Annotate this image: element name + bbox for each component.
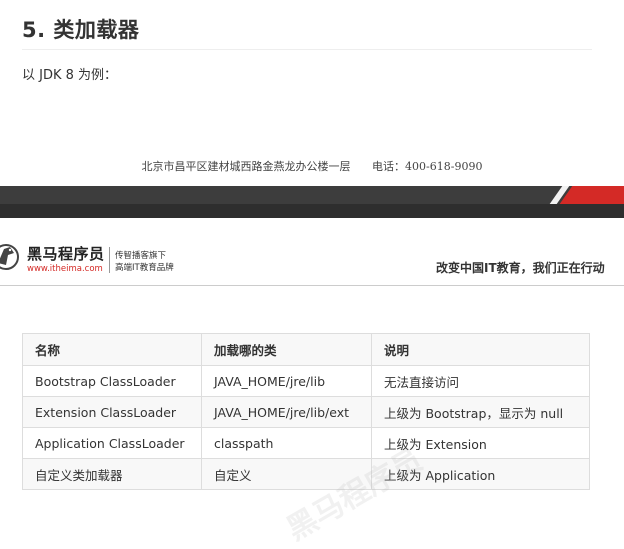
table-cell: JAVA_HOME/jre/lib/ext <box>201 396 372 428</box>
table-cell: 自定义 <box>201 458 372 490</box>
intro-text: 以 JDK 8 为例： <box>22 68 118 83</box>
footer-phone: 电话：400-618-9090 <box>372 160 483 173</box>
table-cell: 无法直接访问 <box>371 365 590 397</box>
table-row: 自定义类加载器 自定义 上级为 Application <box>22 458 590 490</box>
table-cell: 上级为 Bootstrap，显示为 null <box>371 396 590 428</box>
brand-url: www.itheima.com <box>27 264 103 274</box>
brand-slogan: 改变中国IT教育，我们正在行动 <box>436 261 605 275</box>
table-row: Application ClassLoader classpath 上级为 Ex… <box>22 427 590 459</box>
brand-tagline-2: 高端IT教育品牌 <box>115 263 174 273</box>
brand-separator <box>109 247 110 273</box>
page-footer: 北京市昌平区建材城西路金燕龙办公楼一层 电话：400-618-9090 <box>0 158 624 174</box>
table-cell: Application ClassLoader <box>22 427 202 459</box>
header-divider <box>0 285 624 286</box>
table-cell: 上级为 Extension <box>371 427 590 459</box>
brand-name: 黑马程序员 <box>27 245 105 263</box>
table-cell: 上级为 Application <box>371 458 590 490</box>
table-row: Extension ClassLoader JAVA_HOME/jre/lib/… <box>22 396 590 428</box>
section-heading: 5. 类加载器 <box>22 18 140 42</box>
table-cell: Extension ClassLoader <box>22 396 202 428</box>
table-row: Bootstrap ClassLoader JAVA_HOME/jre/lib … <box>22 365 590 397</box>
table-header-row: 名称 加载哪的类 说明 <box>22 333 590 366</box>
horse-logo-icon <box>0 244 19 270</box>
table-cell: 自定义类加载器 <box>22 458 202 490</box>
table-cell: JAVA_HOME/jre/lib <box>201 365 372 397</box>
page-break-band <box>0 186 624 218</box>
brand-tagline-1: 传智播客旗下 <box>115 251 167 261</box>
table-cell: Bootstrap ClassLoader <box>22 365 202 397</box>
classloader-table: 名称 加载哪的类 说明 Bootstrap ClassLoader JAVA_H… <box>22 333 590 490</box>
column-header-name: 名称 <box>22 333 202 366</box>
band-red-accent <box>559 186 624 204</box>
heading-divider <box>22 49 592 50</box>
table-cell: classpath <box>201 427 372 459</box>
column-header-description: 说明 <box>371 333 590 366</box>
footer-address: 北京市昌平区建材城西路金燕龙办公楼一层 <box>141 160 351 173</box>
column-header-location: 加载哪的类 <box>201 333 372 366</box>
